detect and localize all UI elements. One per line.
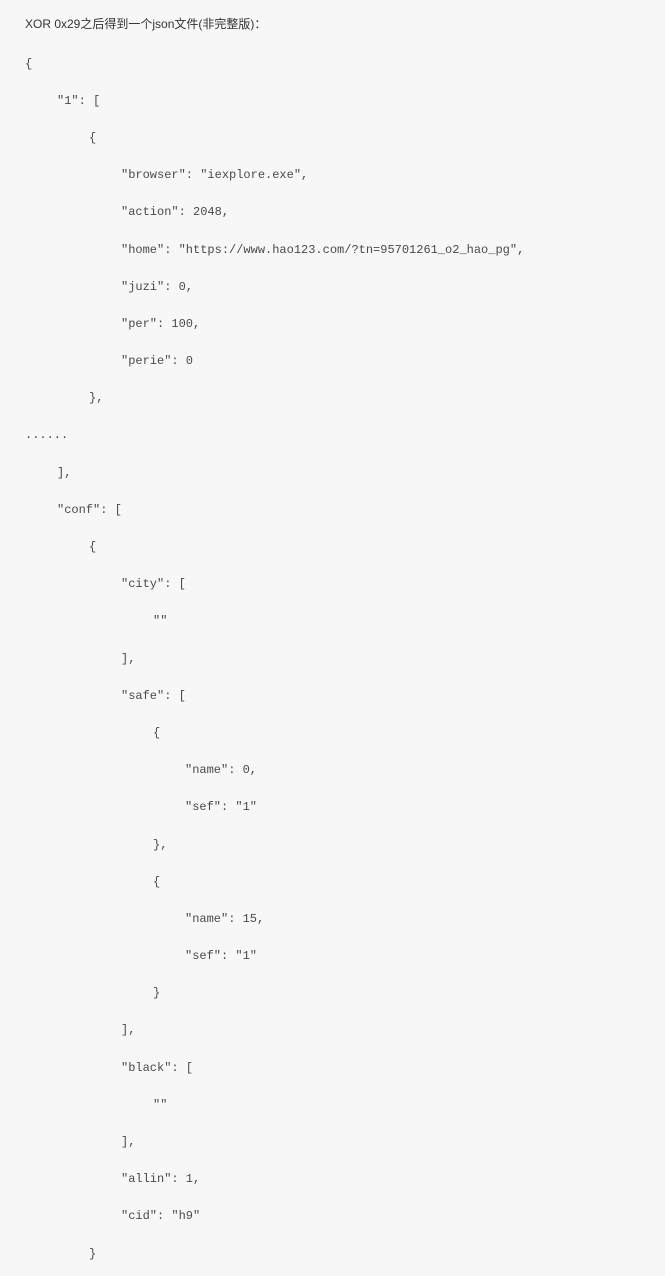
code-line: "safe": [ [25,687,640,706]
code-line: "conf": [ [25,501,640,520]
code-line: "home": "https://www.hao123.com/?tn=9570… [25,241,640,260]
code-line: "perie": 0 [25,352,640,371]
code-line: }, [25,389,640,408]
code-line: "name": 15, [25,910,640,929]
code-line: "name": 0, [25,761,640,780]
code-line: ], [25,464,640,483]
code-line: ], [25,650,640,669]
code-line: ], [25,1021,640,1040]
code-line: ], [25,1133,640,1152]
code-line: "cid": "h9" [25,1207,640,1226]
code-line: { [25,55,640,74]
code-line: "black": [ [25,1059,640,1078]
code-line: "allin": 1, [25,1170,640,1189]
code-line: "sef": "1" [25,947,640,966]
code-line: } [25,984,640,1003]
code-line: } [25,1245,640,1264]
code-line: "browser": "iexplore.exe", [25,166,640,185]
document-title: XOR 0x29之后得到一个json文件(非完整版)： [25,15,640,32]
code-line: { [25,724,640,743]
code-line: { [25,538,640,557]
code-line: ...... [25,426,640,445]
code-line: "" [25,612,640,631]
code-line: { [25,873,640,892]
code-line: "sef": "1" [25,798,640,817]
code-line: }, [25,836,640,855]
code-line: { [25,129,640,148]
code-line: "juzi": 0, [25,278,640,297]
code-line: "action": 2048, [25,203,640,222]
code-line: "per": 100, [25,315,640,334]
code-line: "city": [ [25,575,640,594]
json-code-block: { "1": [ { "browser": "iexplore.exe", "a… [25,36,640,1276]
code-line: "" [25,1096,640,1115]
code-line: "1": [ [25,92,640,111]
